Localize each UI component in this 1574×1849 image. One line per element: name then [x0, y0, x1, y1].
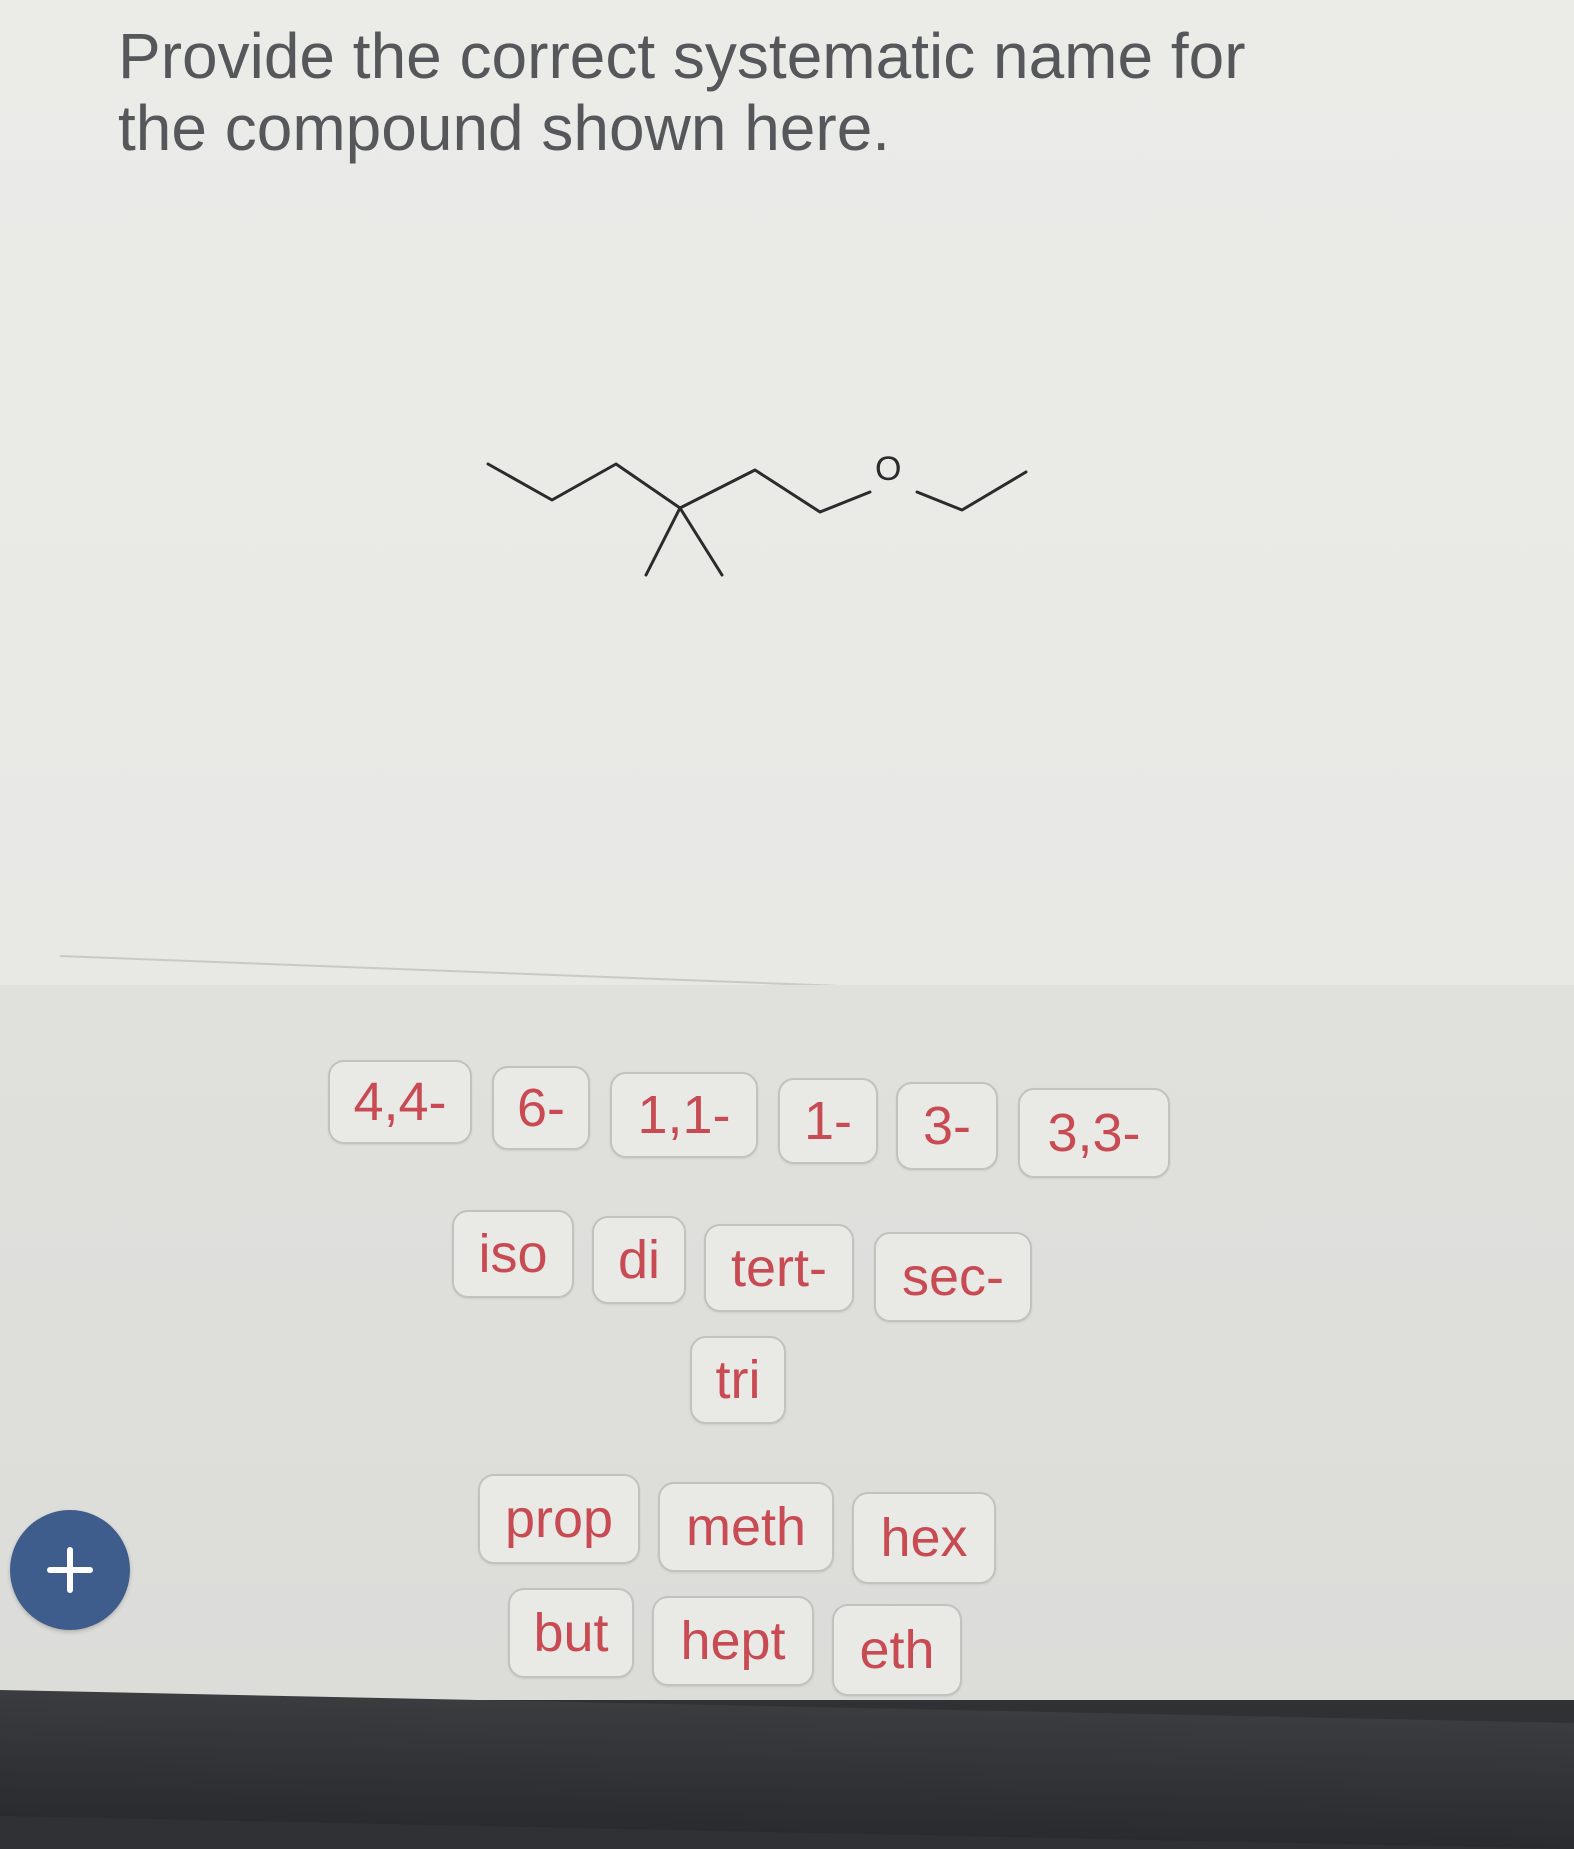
- screen: Provide the correct systematic name for …: [0, 0, 1574, 1700]
- question-prompt: Provide the correct systematic name for …: [118, 20, 1246, 164]
- tile-prefix-di[interactable]: di: [592, 1216, 686, 1304]
- methyl-bond-left: [644, 506, 682, 577]
- monitor-bezel: [0, 1690, 1574, 1849]
- tile-locant-1-1[interactable]: 1,1-: [610, 1072, 758, 1158]
- add-button[interactable]: [10, 1510, 130, 1630]
- tile-prefix-tri[interactable]: tri: [690, 1336, 786, 1424]
- tile-root-prop[interactable]: prop: [478, 1474, 640, 1564]
- tile-root-meth[interactable]: meth: [658, 1482, 834, 1572]
- tile-root-but[interactable]: but: [508, 1588, 634, 1678]
- tile-locant-3-3[interactable]: 3,3-: [1018, 1088, 1170, 1178]
- molecule-structure: O: [486, 450, 1028, 577]
- tile-root-hex[interactable]: hex: [852, 1492, 996, 1584]
- tile-root-hept[interactable]: hept: [652, 1596, 814, 1686]
- question-area: Provide the correct systematic name for …: [0, 0, 1574, 985]
- tile-root-eth[interactable]: eth: [832, 1604, 962, 1696]
- tile-prefix-sec[interactable]: sec-: [874, 1232, 1032, 1322]
- plus-icon-vertical: [67, 1547, 73, 1593]
- tile-locant-3[interactable]: 3-: [896, 1082, 998, 1170]
- methyl-bond-right: [678, 506, 724, 577]
- ethyl-bond: [915, 470, 1028, 512]
- tile-prefix-iso[interactable]: iso: [452, 1210, 574, 1298]
- carbon-chain-bond: [486, 462, 872, 514]
- tile-prefix-tert[interactable]: tert-: [704, 1224, 854, 1312]
- tile-locant-1[interactable]: 1-: [778, 1078, 878, 1164]
- tile-locant-4-4[interactable]: 4,4-: [328, 1060, 472, 1144]
- tile-locant-6[interactable]: 6-: [492, 1066, 590, 1150]
- oxygen-atom-label: O: [875, 450, 901, 488]
